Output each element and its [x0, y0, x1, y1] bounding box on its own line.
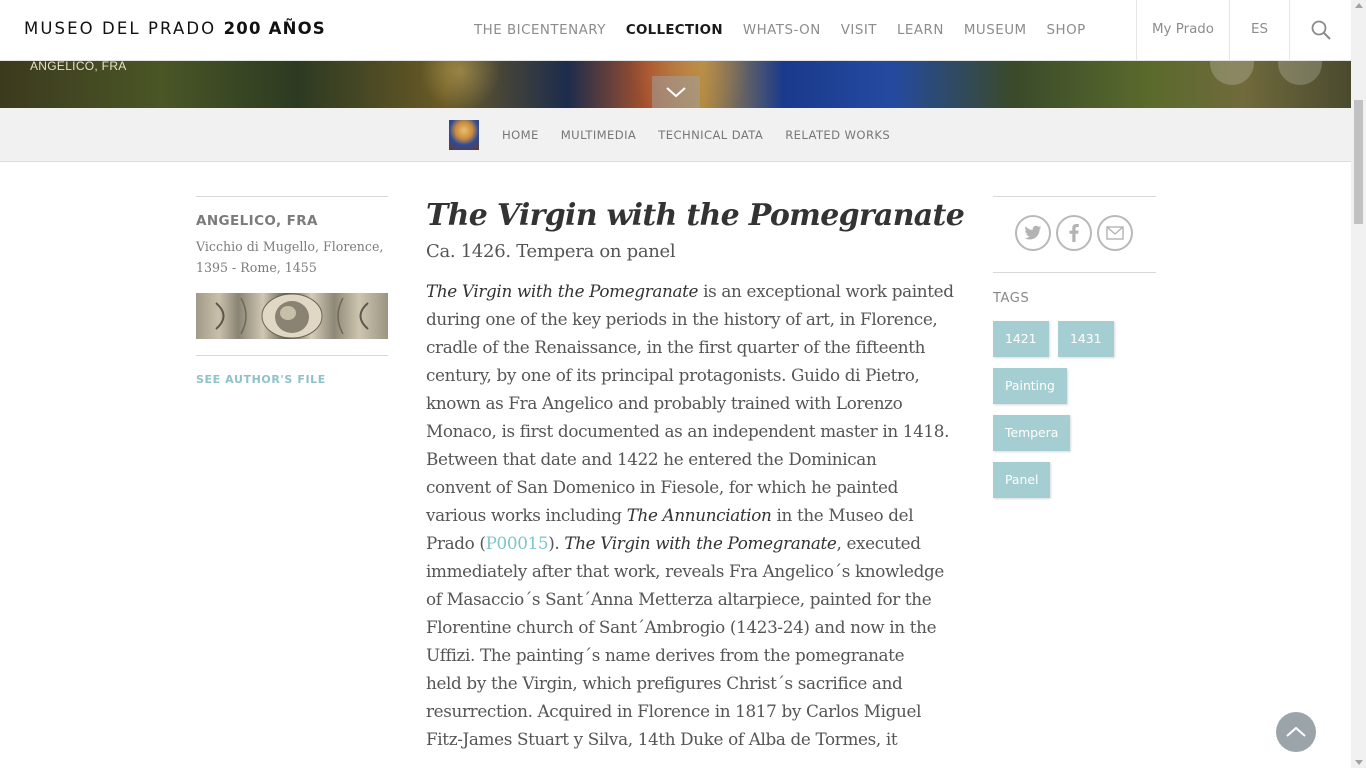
logo-text: MUSEO DEL PRADO	[24, 19, 217, 38]
text-line: of Masaccio´s Sant´Anna Metterza altarpi…	[426, 589, 932, 609]
author-portrait[interactable]	[196, 293, 388, 339]
search-button[interactable]	[1290, 0, 1351, 60]
artwork-title: The Virgin with the Pomegranate	[426, 198, 965, 233]
text-line: Florentine church of Sant´Ambrogio (1423…	[426, 617, 937, 637]
text-line: convent of San Domenico in Fiesole, for …	[426, 477, 899, 497]
email-icon	[1106, 226, 1124, 240]
text-line: Fitz-James Stuart y Silva, 14th Duke of …	[426, 729, 898, 749]
artwork-meta: Ca. 1426. Tempera on panel	[426, 241, 676, 262]
text-fragment: various works including	[426, 505, 627, 525]
tags-heading: TAGS	[993, 291, 1030, 306]
my-prado-link[interactable]: My Prado	[1136, 0, 1230, 60]
artwork-title-ref: The Virgin with the Pomegranate	[426, 281, 699, 301]
scroll-down-arrow[interactable]	[1355, 760, 1363, 765]
facebook-icon	[1069, 224, 1079, 242]
text-fragment: , executed	[836, 533, 921, 553]
artwork-thumbnail[interactable]	[449, 120, 479, 150]
author-death: 1395 - Rome, 1455	[196, 260, 317, 275]
tag-1421[interactable]: 1421	[993, 321, 1049, 357]
text-fragment: ).	[548, 533, 565, 553]
text-line: held by the Virgin, which prefigures Chr…	[426, 673, 903, 693]
share-buttons	[993, 197, 1156, 273]
subnav-multimedia[interactable]: MULTIMEDIA	[561, 128, 636, 142]
subnav-related-works[interactable]: RELATED WORKS	[785, 128, 890, 142]
text-fragment: in the Museo del	[771, 505, 914, 525]
text-fragment: is an exceptional work painted	[698, 281, 954, 301]
nav-whats-on[interactable]: WHATS-ON	[743, 23, 821, 38]
tag-panel[interactable]: Panel	[993, 462, 1051, 498]
search-icon	[1311, 20, 1331, 40]
text-fragment: Prado (	[426, 533, 486, 553]
nav-visit[interactable]: VISIT	[841, 23, 877, 38]
twitter-icon	[1024, 225, 1042, 240]
text-line: century, by one of its principal protago…	[426, 365, 920, 385]
scroll-thumb[interactable]	[1354, 100, 1363, 224]
subnav-technical-data[interactable]: TECHNICAL DATA	[658, 128, 763, 142]
site-header: MUSEO DEL PRADO 200 AÑOS THE BICENTENARY…	[0, 0, 1351, 61]
author-bio: Vicchio di Mugello, Florence, 1395 - Rom…	[196, 236, 388, 278]
text-line: known as Fra Angelico and probably train…	[426, 393, 903, 413]
author-name[interactable]: ANGELICO, FRA	[196, 213, 388, 229]
share-email-button[interactable]	[1097, 215, 1133, 251]
chevron-up-icon	[1286, 726, 1306, 737]
hero-image: ANGELICO, FRA	[0, 61, 1351, 108]
artwork-content: The Virgin with the Pomegranate Ca. 1426…	[426, 194, 965, 753]
text-line: cradle of the Renaissance, in the first …	[426, 337, 926, 357]
nav-learn[interactable]: LEARN	[897, 23, 944, 38]
hero-author-label[interactable]: ANGELICO, FRA	[30, 61, 127, 73]
artwork-subnav: HOME MULTIMEDIA TECHNICAL DATA RELATED W…	[0, 108, 1351, 162]
nav-collection[interactable]: COLLECTION	[626, 23, 723, 38]
hero-control[interactable]	[1278, 61, 1322, 85]
site-logo[interactable]: MUSEO DEL PRADO 200 AÑOS	[24, 19, 326, 38]
text-line: Between that date and 1422 he entered th…	[426, 449, 877, 469]
nav-museum[interactable]: MUSEUM	[964, 23, 1027, 38]
text-line: immediately after that work, reveals Fra…	[426, 561, 944, 581]
subnav-home[interactable]: HOME	[502, 128, 539, 142]
see-author-file-link[interactable]: SEE AUTHOR'S FILE	[196, 373, 388, 386]
text-line: Uffizi. The painting´s name derives from…	[426, 645, 905, 665]
hero-control[interactable]	[1210, 61, 1254, 85]
share-facebook-button[interactable]	[1056, 215, 1092, 251]
author-panel: ANGELICO, FRA Vicchio di Mugello, Floren…	[196, 196, 388, 386]
main-nav: THE BICENTENARY COLLECTION WHATS-ON VISI…	[474, 0, 1106, 60]
hero-toggle-button[interactable]	[652, 76, 700, 108]
tag-1431[interactable]: 1431	[1058, 321, 1114, 357]
language-switch[interactable]: ES	[1230, 0, 1290, 60]
page-scrollbar[interactable]	[1351, 0, 1366, 768]
divider	[196, 196, 388, 197]
tag-tempera[interactable]: Tempera	[993, 415, 1071, 451]
tag-painting[interactable]: Painting	[993, 368, 1067, 404]
artwork-reference: The Annunciation	[626, 505, 772, 525]
author-birth: Vicchio di Mugello, Florence,	[196, 239, 384, 254]
text-line: resurrection. Acquired in Florence in 18…	[426, 701, 922, 721]
nav-shop[interactable]: SHOP	[1047, 23, 1086, 38]
chevron-down-icon	[666, 87, 686, 98]
divider	[196, 355, 388, 356]
logo-anniversary: 200 AÑOS	[223, 19, 326, 38]
artwork-description: The Virgin with the Pomegranate is an ex…	[426, 277, 954, 753]
catalogue-link[interactable]: P00015	[486, 533, 549, 553]
text-line: Monaco, is first documented as an indepe…	[426, 421, 950, 441]
sidebar-right: TAGS 1421 1431 Painting Tempera Panel	[993, 196, 1156, 521]
share-twitter-button[interactable]	[1015, 215, 1051, 251]
scroll-up-arrow[interactable]	[1355, 3, 1363, 8]
text-line: during one of the key periods in the his…	[426, 309, 938, 329]
artwork-title-ref: The Virgin with the Pomegranate	[564, 533, 837, 553]
nav-bicentenary[interactable]: THE BICENTENARY	[474, 23, 606, 38]
back-to-top-button[interactable]	[1276, 712, 1316, 752]
tag-list: 1421 1431 Painting Tempera Panel	[993, 321, 1156, 521]
